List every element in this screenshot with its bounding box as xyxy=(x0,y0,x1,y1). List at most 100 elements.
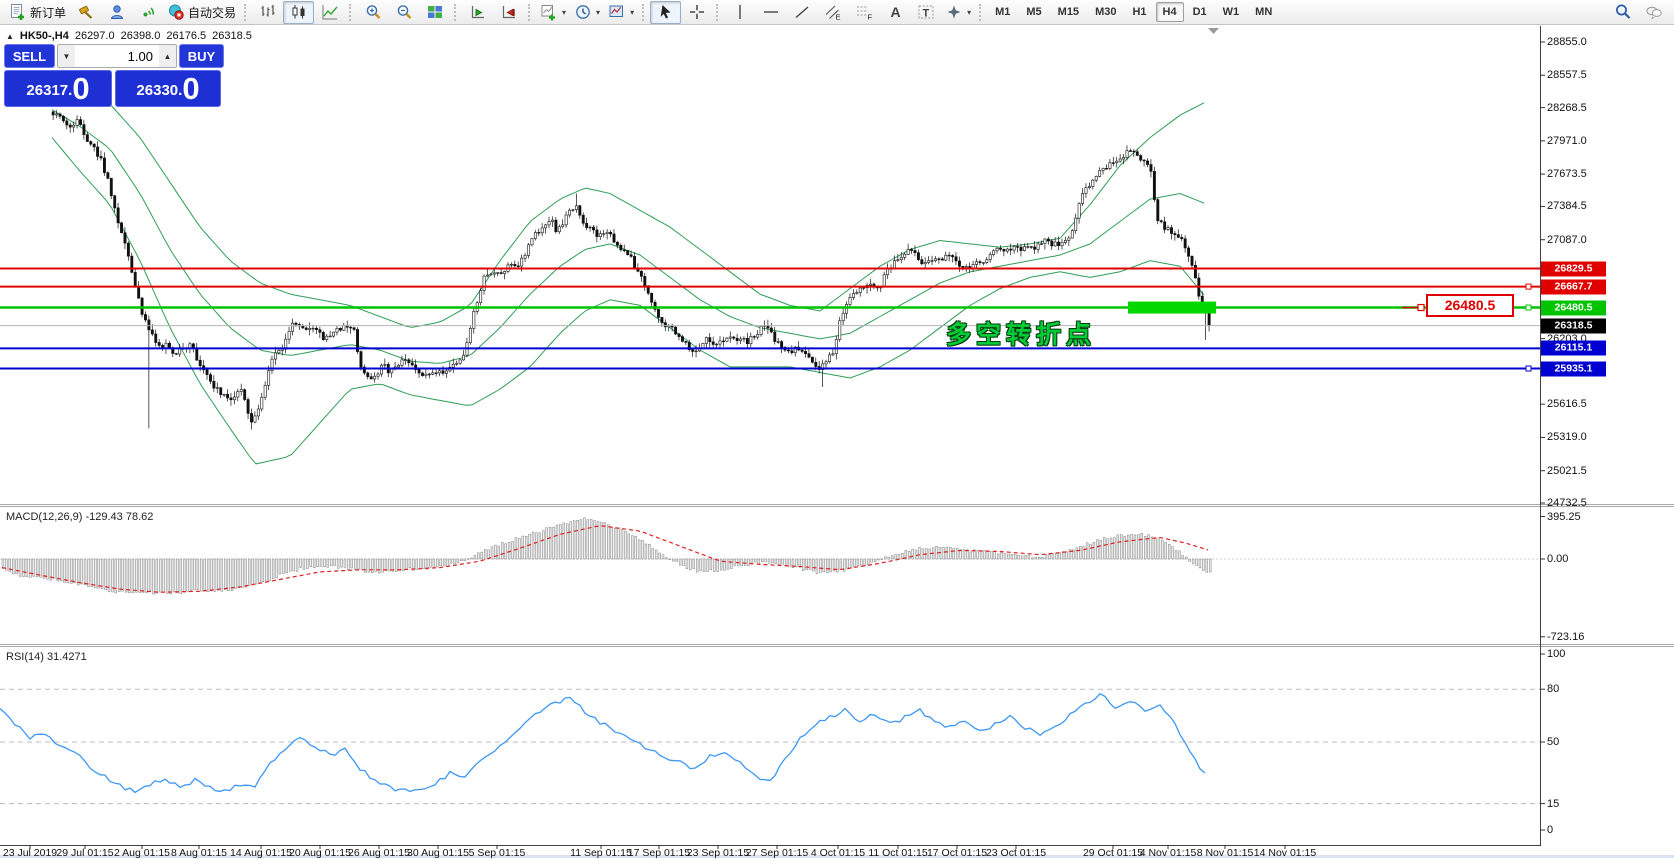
new-order-button[interactable]: 新订单 xyxy=(5,1,70,24)
timeframe-d1[interactable]: D1 xyxy=(1186,2,1214,22)
chart-shift-icon xyxy=(500,3,518,21)
zoom-out-icon xyxy=(395,3,413,21)
toolbar-separator xyxy=(716,3,720,21)
periods-button[interactable]: ▾ xyxy=(570,1,604,24)
fibonacci-button[interactable]: F xyxy=(848,1,879,24)
price-badge: 26115.1 xyxy=(1541,340,1606,356)
toolbar-separator xyxy=(979,3,983,21)
bid-price-display[interactable]: 26317. 0 xyxy=(4,70,112,107)
high-value: 26398.0 xyxy=(120,30,161,42)
date-tick-label: 29 Jul 01:15 xyxy=(56,847,114,859)
timeframe-h4[interactable]: H4 xyxy=(1155,2,1184,22)
candlestick-chart-button[interactable] xyxy=(283,0,315,24)
cursor-icon xyxy=(657,3,675,21)
autotrading-icon xyxy=(167,3,185,21)
new-chart-icon xyxy=(540,3,558,21)
ask-price-big-digit: 0 xyxy=(182,71,200,106)
chart-canvas[interactable] xyxy=(0,0,1674,858)
search-button[interactable] xyxy=(1607,1,1638,24)
text-button[interactable]: A xyxy=(879,1,910,24)
symbol-period-label: HK50-,H4 xyxy=(19,30,69,42)
dropdown-caret-icon[interactable]: ▾ xyxy=(562,8,566,17)
buy-button[interactable]: BUY xyxy=(178,44,224,68)
crosshair-button[interactable] xyxy=(681,1,712,24)
volume-increase-button[interactable]: ▲ xyxy=(158,45,176,67)
zoom-in-button[interactable] xyxy=(357,1,388,24)
timeframe-m1[interactable]: M1 xyxy=(988,2,1017,22)
collapse-arrow-icon[interactable]: ▲ xyxy=(6,32,14,41)
price-callout-label[interactable]: 26480.5 xyxy=(1426,294,1514,317)
equidistant-channel-button[interactable]: E xyxy=(817,1,848,24)
timeframe-h1[interactable]: H1 xyxy=(1125,2,1153,22)
horizontal-line-button[interactable] xyxy=(755,1,786,24)
chart-shift-button[interactable] xyxy=(493,1,524,24)
close-value: 26318.5 xyxy=(212,30,252,42)
main-toolbar: 新订单 自动交易 ▾ ▾ ▾ E F A T ▾ M1 M5 M15 M30 H1 H4 D1 W1 MN xyxy=(0,0,1674,25)
autotrading-button[interactable]: 自动交易 xyxy=(163,1,240,24)
price-tick-label: 28557.5 xyxy=(1547,69,1587,82)
timeframe-m5[interactable]: M5 xyxy=(1019,2,1048,22)
timeframe-m15[interactable]: M15 xyxy=(1051,2,1086,22)
date-tick-label: 8 Nov 01:15 xyxy=(1196,847,1254,859)
dropdown-caret-icon[interactable]: ▾ xyxy=(596,8,600,17)
text-label-button[interactable]: T xyxy=(910,1,941,24)
timeframe-m30[interactable]: M30 xyxy=(1088,2,1123,22)
new-order-icon xyxy=(9,3,27,21)
vertical-line-button[interactable] xyxy=(724,1,755,24)
signals-button[interactable] xyxy=(132,1,163,24)
date-tick-label: 5 Sep 01:15 xyxy=(468,847,526,859)
arrows-button[interactable]: ▾ xyxy=(941,1,975,24)
date-tick-label: 14 Aug 01:15 xyxy=(230,847,292,859)
zoom-out-button[interactable] xyxy=(388,1,419,24)
price-tick-label: 27384.5 xyxy=(1547,200,1587,213)
templates-button[interactable]: ▾ xyxy=(604,1,638,24)
new-chart-button[interactable]: ▾ xyxy=(536,1,570,24)
date-tick-label: 17 Oct 01:15 xyxy=(926,847,988,859)
volume-input[interactable] xyxy=(74,45,159,67)
chart-text-annotation[interactable]: 多空转折点 xyxy=(946,315,1096,351)
new-order-label: 新订单 xyxy=(30,5,67,20)
price-tick-label: 27673.5 xyxy=(1547,168,1587,181)
macd-tick-label: -723.16 xyxy=(1547,630,1585,643)
search-icon xyxy=(1614,3,1632,21)
volume-decrease-button[interactable]: ▼ xyxy=(57,45,75,67)
sell-button[interactable]: SELL xyxy=(4,44,55,68)
text-icon: A xyxy=(886,3,904,21)
toolbar-separator xyxy=(454,3,458,21)
ask-price-main: 26330. xyxy=(136,82,183,99)
bar-chart-button[interactable] xyxy=(252,1,283,24)
periods-icon xyxy=(574,3,592,21)
price-tick-label: 24732.5 xyxy=(1547,497,1587,510)
svg-text:T: T xyxy=(922,8,929,20)
gavel-icon xyxy=(77,3,95,21)
price-badge: 26667.7 xyxy=(1541,279,1606,295)
dropdown-caret-icon[interactable]: ▾ xyxy=(630,8,634,17)
auto-scroll-button[interactable] xyxy=(462,1,493,24)
dropdown-caret-icon[interactable]: ▾ xyxy=(967,8,971,17)
profile-icon xyxy=(108,3,126,21)
rsi-tick-label: 50 xyxy=(1547,736,1560,748)
svg-text:A: A xyxy=(890,4,900,20)
gavel-button[interactable] xyxy=(70,1,101,24)
trendline-button[interactable] xyxy=(786,1,817,24)
toolbar-separator xyxy=(528,3,532,21)
chart-header: ▲ HK50-,H4 26297.0 26398.0 26176.5 26318… xyxy=(6,30,252,42)
date-tick-label: 23 Jul 2019 xyxy=(2,847,58,859)
timeframe-mn[interactable]: MN xyxy=(1248,2,1279,22)
date-tick-label: 26 Aug 01:15 xyxy=(348,847,410,859)
date-tick-label: 29 Oct 01:15 xyxy=(1082,847,1144,859)
price-tick-label: 28268.5 xyxy=(1547,101,1587,114)
timeframe-w1[interactable]: W1 xyxy=(1216,2,1247,22)
cursor-button[interactable] xyxy=(650,0,682,24)
date-tick-label: 14 Nov 01:15 xyxy=(1253,847,1317,859)
price-badge: 26480.5 xyxy=(1541,300,1606,316)
profile-button[interactable] xyxy=(101,1,132,24)
autotrading-label: 自动交易 xyxy=(188,5,237,20)
macd-tick-label: 0.00 xyxy=(1547,553,1569,565)
line-chart-button[interactable] xyxy=(314,1,345,24)
tile-windows-button[interactable] xyxy=(419,1,450,24)
ask-price-display[interactable]: 26330. 0 xyxy=(115,70,221,107)
open-value: 26297.0 xyxy=(74,30,115,42)
community-button[interactable] xyxy=(1638,1,1669,24)
price-badge: 25935.1 xyxy=(1541,361,1606,377)
